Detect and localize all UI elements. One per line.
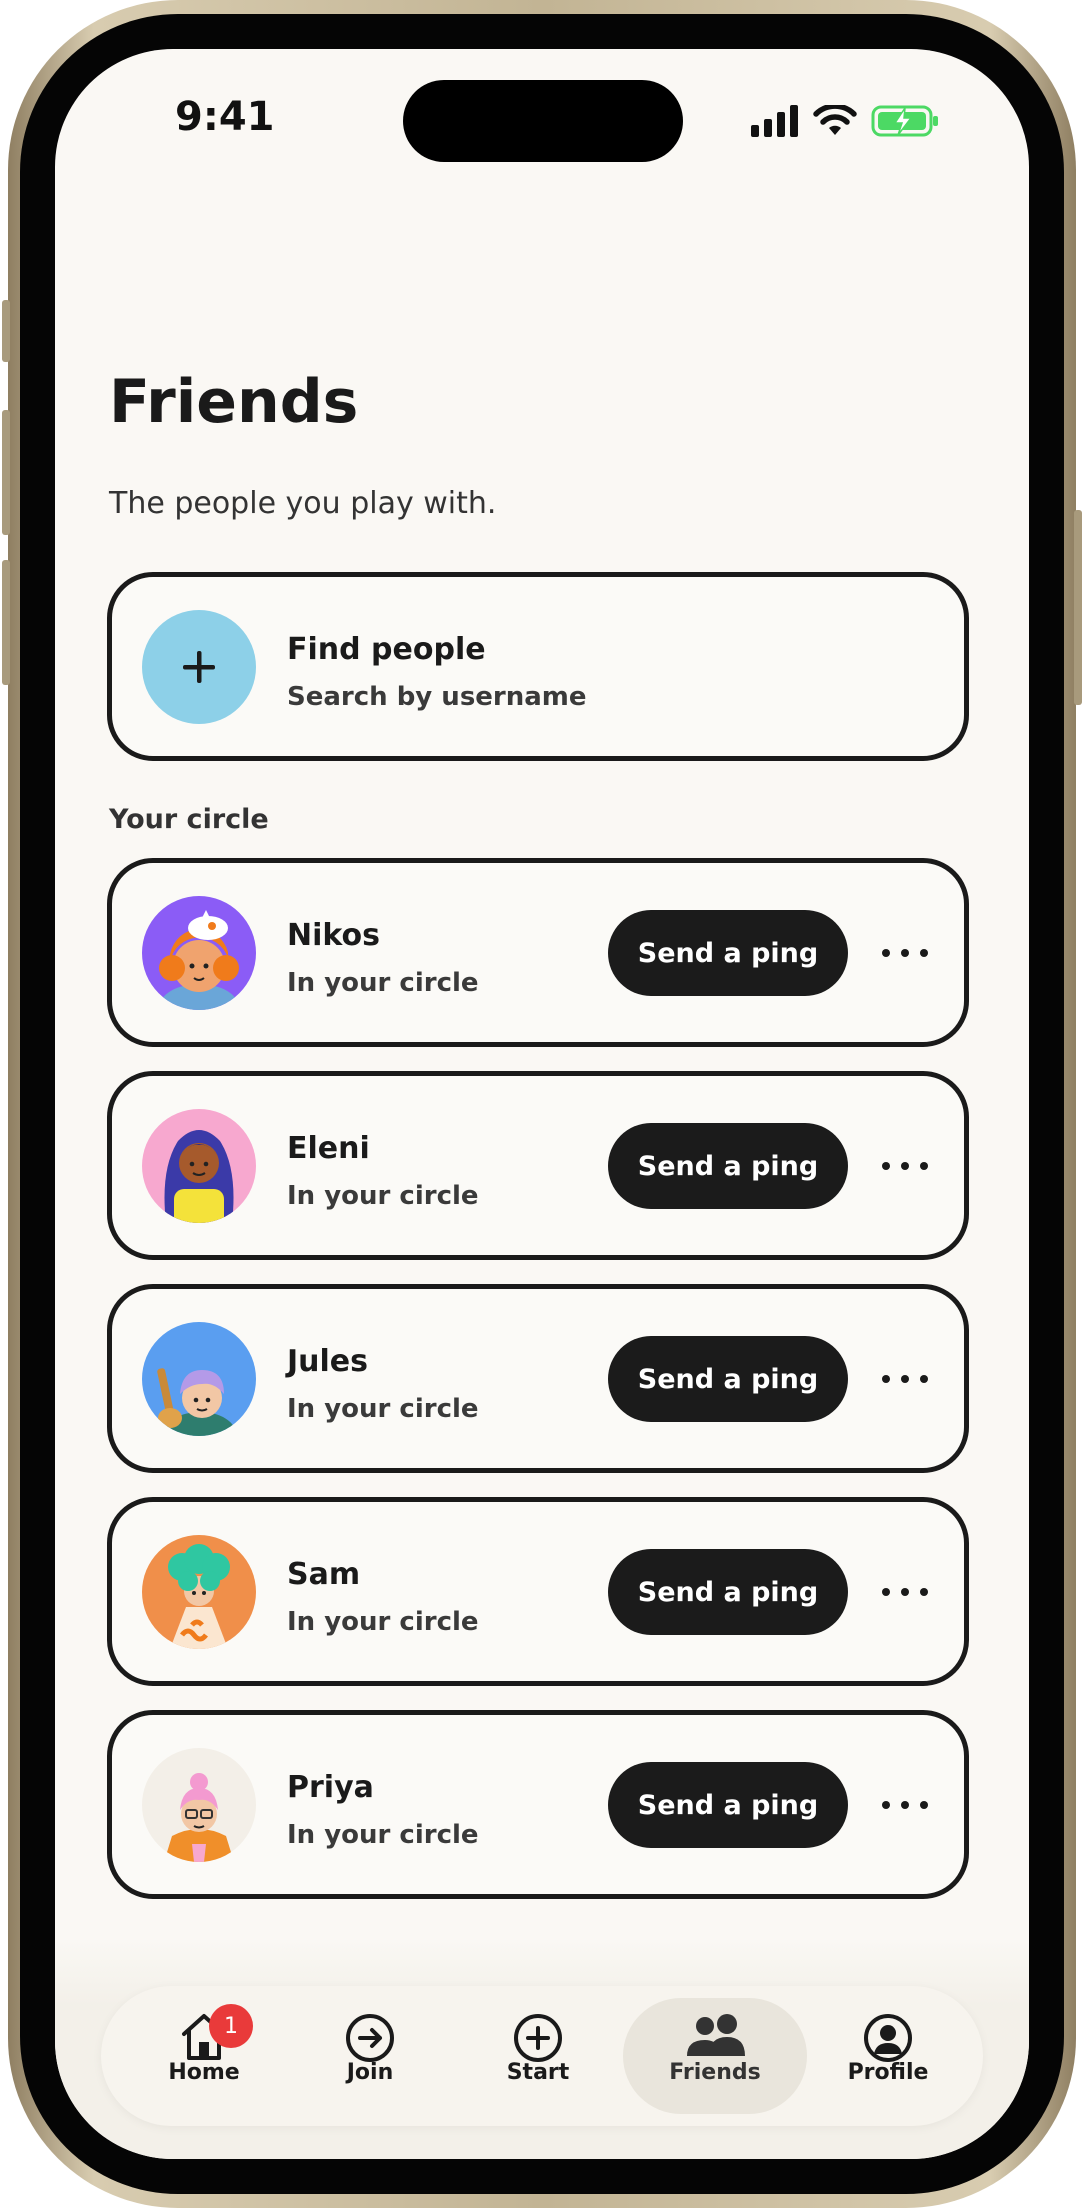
more-options-icon[interactable] [882,1359,928,1399]
friend-name: Priya [287,1770,374,1805]
friend-status: In your circle [287,968,479,998]
friend-status: In your circle [287,1394,479,1424]
person-circle-icon [864,2014,912,2062]
friend-card[interactable]: Sam In your circle Send a ping [107,1497,969,1686]
send-ping-button[interactable]: Send a ping [608,1123,848,1209]
status-icons [751,101,941,141]
avatar [142,1322,256,1436]
find-people-title: Find people [287,632,486,667]
people-icon [687,2014,745,2056]
friend-card[interactable]: Eleni In your circle Send a ping [107,1071,969,1260]
friend-card[interactable]: Nikos In your circle Send a ping [107,858,969,1047]
more-options-icon[interactable] [882,1572,928,1612]
tab-label: Join [346,2060,394,2085]
avatar [142,1535,256,1649]
find-people-card[interactable]: Find people Search by username [107,572,969,761]
avatar [142,1109,256,1223]
volume-down-button [2,560,10,685]
battery-charging-icon [871,105,938,137]
send-ping-button[interactable]: Send a ping [608,910,848,996]
notification-badge: 1 [209,2004,253,2048]
avatar [142,1748,256,1862]
tab-label: Friends [669,2060,761,2085]
friend-name: Sam [287,1557,361,1592]
status-bar: 9:41 [55,49,1029,199]
signal-icon [751,105,798,137]
friend-status: In your circle [287,1607,479,1637]
friend-name: Eleni [287,1131,370,1166]
tab-label: Home [168,2060,240,2085]
tab-profile[interactable]: Profile [805,1998,971,2114]
screen: 9:41 Friends The people you play with. F… [55,49,1029,2159]
send-ping-button[interactable]: Send a ping [608,1549,848,1635]
plus-icon [183,651,215,683]
tab-friends[interactable]: Friends [623,1998,807,2114]
status-time: 9:41 [175,94,275,140]
power-button [1074,510,1082,705]
more-options-icon[interactable] [882,1146,928,1186]
friend-name: Nikos [287,918,381,953]
more-options-icon[interactable] [882,933,928,973]
tab-join[interactable]: Join [287,1998,453,2114]
tab-bar: Home 1 Join Start Friends Profile [101,1986,983,2126]
send-ping-button[interactable]: Send a ping [608,1336,848,1422]
volume-up-button [2,410,10,535]
friend-card[interactable]: Priya In your circle Send a ping [107,1710,969,1899]
friend-card[interactable]: Jules In your circle Send a ping [107,1284,969,1473]
friend-status: In your circle [287,1181,479,1211]
tab-home[interactable]: Home 1 [121,1998,287,2114]
find-people-avatar [142,610,256,724]
arrow-right-circle-icon [346,2014,394,2062]
avatar [142,896,256,1010]
section-label: Your circle [109,804,269,835]
more-options-icon[interactable] [882,1785,928,1825]
silent-switch [2,300,10,362]
tab-label: Profile [847,2060,929,2085]
tab-start[interactable]: Start [455,1998,621,2114]
friend-name: Jules [287,1344,369,1379]
page-subtitle: The people you play with. [109,486,497,521]
page-title: Friends [109,367,359,437]
plus-circle-icon [514,2014,562,2062]
tab-label: Start [506,2060,570,2085]
friend-status: In your circle [287,1820,479,1850]
find-people-subtitle: Search by username [287,682,587,712]
wifi-icon [813,105,857,135]
dynamic-island [403,80,683,162]
send-ping-button[interactable]: Send a ping [608,1762,848,1848]
